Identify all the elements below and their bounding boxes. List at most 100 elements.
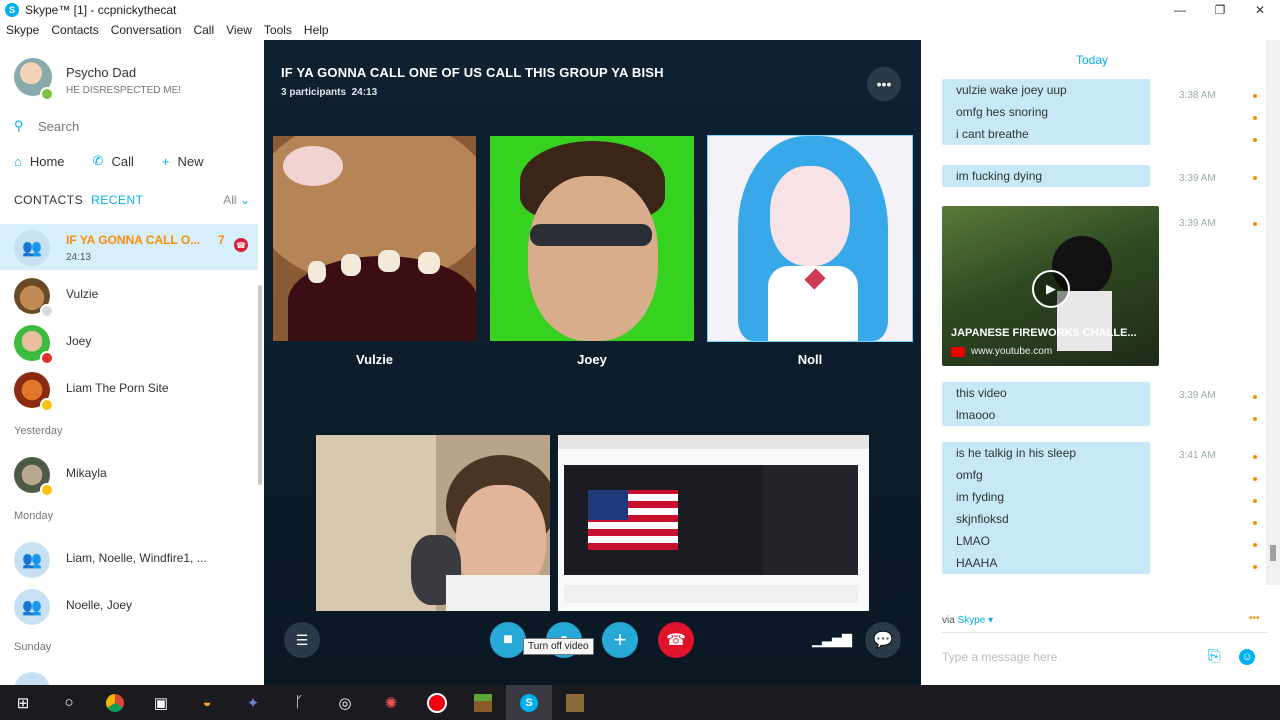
minimize-button[interactable]: — [1160, 0, 1200, 20]
skype-taskbar-icon[interactable]: S [506, 685, 552, 720]
sidebar-item-group-call[interactable]: 👥 IF YA GONNA CALL O... 24:13 7 ☎ [0, 224, 258, 270]
sidebar-item-vulzie[interactable]: Vulzie [0, 272, 258, 318]
video-link-preview[interactable]: ▶ JAPANESE FIREWORKS CHALLE... www.youtu… [942, 206, 1159, 366]
play-icon[interactable]: ▶ [1032, 270, 1070, 308]
search-input[interactable]: ⚲ Search [14, 116, 250, 136]
message-text: is he talkig in his sleep [956, 446, 1077, 460]
new-button[interactable]: + New [162, 153, 204, 169]
menu-help[interactable]: Help [298, 23, 335, 37]
sidebar-item-group-liam-noelle[interactable]: 👥 Liam, Noelle, Windfire1, ... [0, 536, 258, 582]
tooltip: Turn off video [523, 638, 594, 655]
message-timestamp: 3:39 AM [1179, 218, 1216, 229]
message-timestamp: 3:39 AM [1179, 390, 1216, 401]
screen-share-tile[interactable] [558, 435, 869, 611]
participant-tile-joey[interactable] [490, 136, 694, 341]
section-monday: Monday [14, 510, 54, 522]
menu-call[interactable]: Call [187, 23, 220, 37]
participant-tile-noll[interactable] [707, 135, 913, 342]
message-input[interactable]: Type a message here [942, 650, 1057, 664]
home-button[interactable]: ⌂ Home [14, 153, 65, 169]
message-text: im fyding [956, 490, 1005, 504]
obs-icon[interactable]: ◎ [322, 685, 368, 720]
sidebar-item-joey[interactable]: Joey [0, 319, 258, 365]
show-chat-list-button[interactable]: ☰ [284, 622, 320, 658]
menu-conversation[interactable]: Conversation [105, 23, 188, 37]
add-participants-button[interactable]: + [602, 622, 638, 658]
media-player-icon[interactable]: ▣ [138, 685, 184, 720]
profile-header[interactable]: Psycho Dad HE DISRESPECTED ME! [0, 40, 264, 115]
sidebar-item-group-noelle-joey[interactable]: 👥 Noelle, Joey [0, 583, 258, 629]
end-call-button[interactable]: ☎ [658, 622, 694, 658]
missed-call-icon: ☎ [234, 238, 248, 252]
message-text: i cant breathe [956, 127, 1029, 141]
video-toggle-button[interactable]: ■ [490, 622, 526, 658]
app-icon[interactable]: ✺ [368, 685, 414, 720]
call-quality-icon[interactable]: ▁▃▅▇ [812, 622, 852, 658]
call-button[interactable]: ✆ Call [93, 153, 134, 169]
search-icon: ⚲ [14, 118, 24, 133]
participant-name: Joey [577, 352, 607, 367]
minecraft-launcher-icon[interactable] [552, 685, 598, 720]
sidebar-item-liam[interactable]: Liam The Porn Site [0, 366, 258, 412]
via-label: via [942, 615, 955, 626]
message-group: is he talkig in his sleep omfg im fyding… [942, 442, 1150, 574]
video-frame [490, 136, 694, 341]
message-timestamp: 3:41 AM [1179, 450, 1216, 461]
delivered-dot-icon [1253, 543, 1257, 547]
minecraft-icon[interactable] [460, 685, 506, 720]
sidebar: Psycho Dad HE DISRESPECTED ME! ⚲ Search … [0, 40, 264, 685]
new-label: New [177, 153, 204, 169]
delivered-dot-icon [1253, 417, 1257, 421]
tab-recent[interactable]: RECENT [91, 193, 143, 207]
menu-view[interactable]: View [220, 23, 258, 37]
call-duration: 24:13 [351, 87, 378, 98]
menu-contacts[interactable]: Contacts [45, 23, 104, 37]
sidebar-item-partial[interactable] [0, 666, 258, 685]
record-icon[interactable] [414, 685, 460, 720]
chrome-icon[interactable] [92, 685, 138, 720]
home-label: Home [29, 153, 65, 169]
tab-contacts[interactable]: CONTACTS [14, 193, 83, 207]
app-icon[interactable]: ◒ [184, 685, 230, 720]
delivered-dot-icon [1253, 521, 1257, 525]
message-group: this video lmaooo [942, 382, 1150, 426]
open-chat-button[interactable]: 💬 [865, 622, 901, 658]
offline-status-icon [40, 304, 54, 318]
menu-tools[interactable]: Tools [258, 23, 298, 37]
contact-name: Liam The Porn Site [66, 381, 169, 395]
message-timestamp: 3:39 AM [1179, 173, 1216, 184]
cortana-icon[interactable]: ○ [46, 685, 92, 720]
taskbar: ⊞ ○ ▣ ◒ ✦ ᚴ ◎ ✺ S [0, 685, 1280, 720]
contact-tabs: CONTACTS RECENT All ⌄ [14, 193, 250, 207]
message-text: omfg [956, 468, 983, 482]
delivered-dot-icon [1253, 565, 1257, 569]
video-frame [273, 136, 476, 341]
app-icon[interactable]: ᚴ [276, 685, 322, 720]
app-icon[interactable]: ✦ [230, 685, 276, 720]
online-status-icon [40, 87, 54, 101]
close-button[interactable]: ✕ [1240, 0, 1280, 20]
filter-dropdown[interactable]: All ⌄ [223, 193, 250, 207]
maximize-button[interactable]: ❐ [1200, 0, 1240, 20]
sidebar-item-mikayla[interactable]: Mikayla [0, 451, 258, 497]
sidebar-scrollbar[interactable] [258, 285, 262, 485]
list-icon: ☰ [295, 631, 309, 648]
message-text: omfg hes snoring [956, 105, 1049, 119]
self-video-tile[interactable] [316, 435, 550, 611]
via-app-dropdown[interactable]: Skype ▾ [958, 615, 994, 626]
message-text: HAAHA [956, 556, 998, 570]
windows-start-icon[interactable]: ⊞ [0, 685, 46, 720]
call-title: IF YA GONNA CALL ONE OF US CALL THIS GRO… [281, 65, 664, 80]
sidebar-nav: ⌂ Home ✆ Call + New [14, 153, 231, 169]
window-title: Skype™ [1] - ccpnickythecat [25, 3, 177, 17]
menu-skype[interactable]: Skype [0, 23, 45, 37]
attach-file-icon[interactable]: ⎘ [1208, 648, 1221, 666]
chat-scrollbar[interactable] [1266, 40, 1280, 585]
date-divider: Today [1076, 53, 1109, 67]
emoticon-icon[interactable]: ☺ [1239, 649, 1255, 665]
more-options-button[interactable]: ••• [867, 67, 901, 101]
scroll-thumb[interactable] [1270, 545, 1276, 561]
more-compose-options-button[interactable]: ••• [1249, 613, 1260, 624]
participant-tile-vulzie[interactable] [273, 136, 476, 341]
video-title: JAPANESE FIREWORKS CHALLE... [951, 327, 1137, 339]
